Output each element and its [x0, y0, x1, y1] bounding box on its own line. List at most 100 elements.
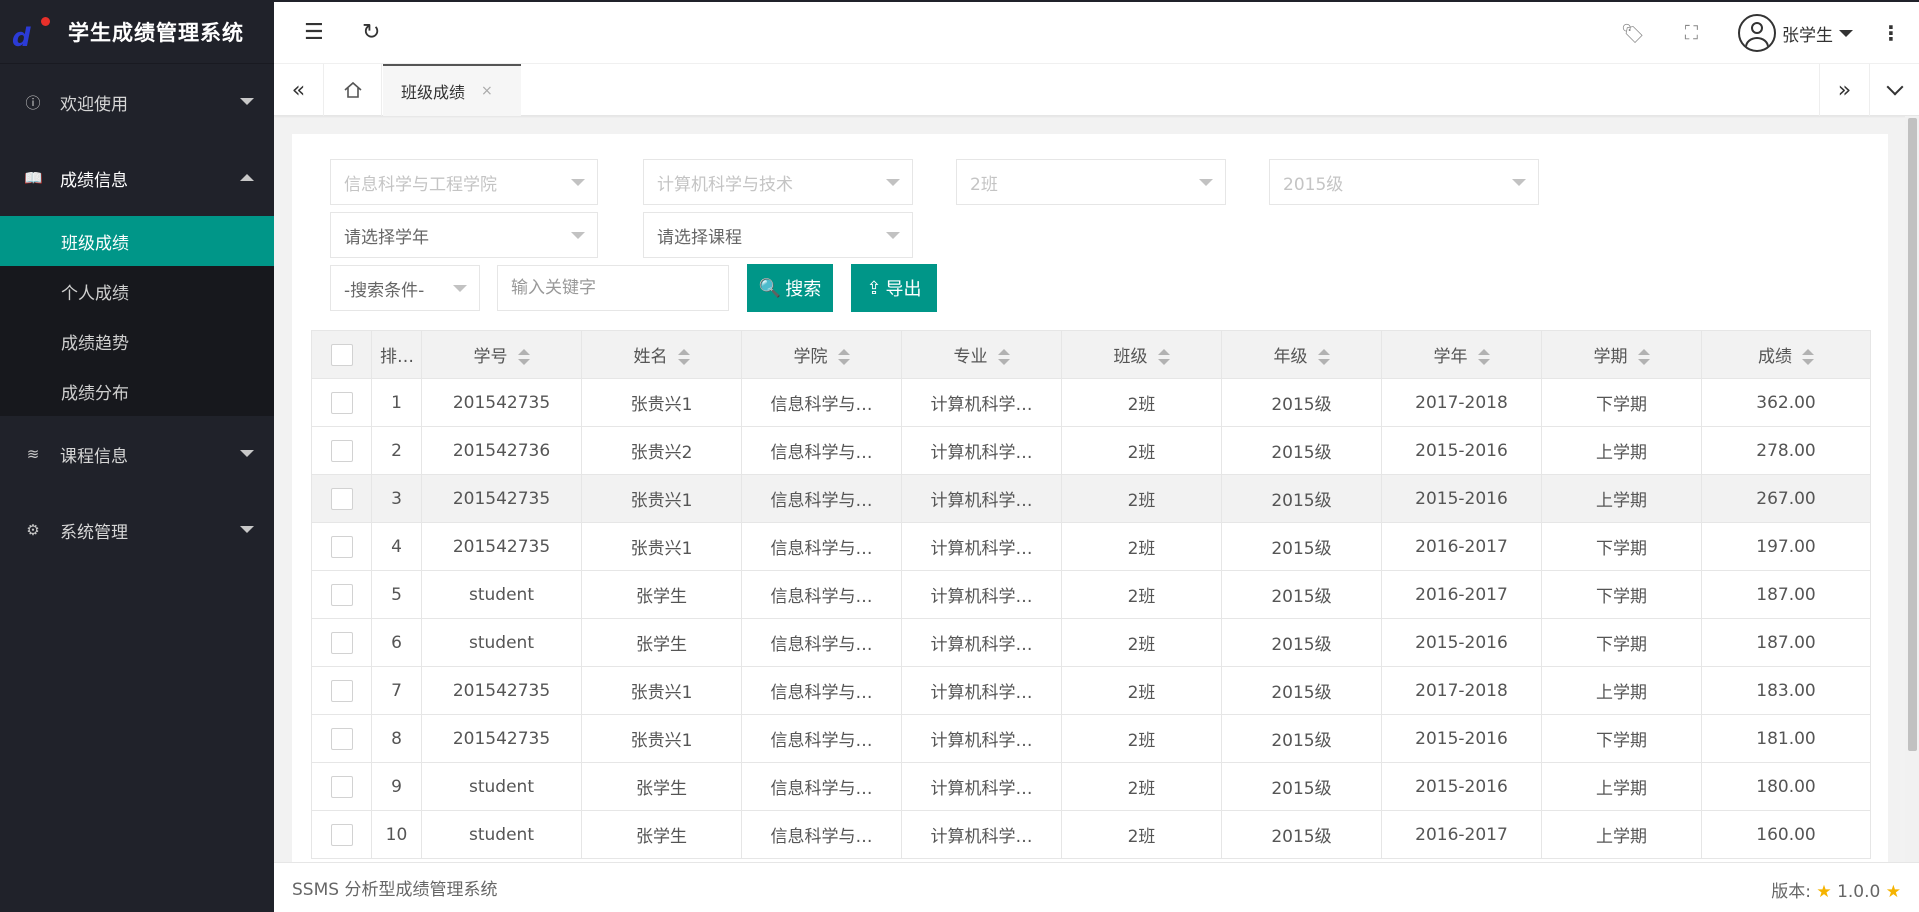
nav-group-scores[interactable]: 📖 成绩信息: [0, 140, 274, 216]
tabs-scroll-left-icon[interactable]: «: [274, 64, 324, 116]
tab-class-scores[interactable]: 班级成绩 ×: [383, 64, 521, 116]
sidebar-item-score-distribution[interactable]: 成绩分布: [0, 366, 274, 416]
row-checkbox[interactable]: [330, 679, 353, 702]
row-checkbox[interactable]: [330, 823, 353, 846]
table-cell: 267.00: [1701, 474, 1871, 523]
close-icon[interactable]: ×: [481, 83, 493, 99]
row-select-cell: [311, 714, 372, 763]
select-all-checkbox[interactable]: [330, 343, 353, 366]
college-select[interactable]: 信息科学与工程学院: [330, 159, 598, 205]
column-header[interactable]: 学院: [741, 330, 902, 379]
sort-icon[interactable]: [1477, 349, 1490, 365]
table-cell: 2班: [1061, 426, 1222, 475]
sort-icon[interactable]: [1637, 349, 1650, 365]
header-right: 🏷 ⛶ 张学生 ⋮: [1621, 2, 1919, 64]
column-header[interactable]: 学年: [1381, 330, 1542, 379]
table-row[interactable]: 8 201542735 张贵兴1 信息科学与… 计算机科学… 2班 2015级 2015-20…: [311, 714, 1871, 763]
select-placeholder: 请选择课程: [657, 227, 742, 248]
sort-icon[interactable]: [1317, 349, 1330, 365]
column-header-label: 成绩: [1758, 347, 1792, 367]
grade-select[interactable]: 2015级: [1269, 159, 1539, 205]
sidebar-item-class-scores[interactable]: 班级成绩: [0, 216, 274, 266]
sort-icon[interactable]: [997, 349, 1010, 365]
sort-icon[interactable]: [1157, 349, 1170, 365]
row-select-cell: [311, 378, 372, 427]
row-checkbox[interactable]: [330, 391, 353, 414]
gear-icon: ⚙: [26, 521, 40, 539]
table-cell: 1: [371, 378, 422, 427]
table-cell: 信息科学与…: [741, 666, 902, 715]
export-button[interactable]: ⇪ 导出: [851, 264, 937, 312]
table-cell: 201542736: [421, 426, 582, 475]
caret-down-icon: [240, 526, 254, 533]
row-checkbox[interactable]: [330, 775, 353, 798]
column-header[interactable]: 年级: [1221, 330, 1382, 379]
table-cell: 2015-2016: [1381, 762, 1542, 811]
table-row[interactable]: 10 student 张学生 信息科学与… 计算机科学… 2班 2015级 2016-2017…: [311, 810, 1871, 859]
nav-group-system[interactable]: ⚙ 系统管理: [0, 492, 274, 568]
table-cell: 7: [371, 666, 422, 715]
table-row[interactable]: 9 student 张学生 信息科学与… 计算机科学… 2班 2015级 2015-2016 上…: [311, 762, 1871, 811]
menu-toggle-icon[interactable]: ☰: [304, 20, 324, 45]
academic-year-select[interactable]: 请选择学年: [330, 212, 598, 258]
table-cell: 181.00: [1701, 714, 1871, 763]
sort-icon[interactable]: [1802, 349, 1814, 365]
table-cell: 计算机科学…: [901, 474, 1062, 523]
logo: d 学生成绩管理系统: [0, 0, 274, 64]
course-select[interactable]: 请选择课程: [643, 212, 913, 258]
row-checkbox[interactable]: [330, 535, 353, 558]
nav-group-welcome[interactable]: ⓘ 欢迎使用: [0, 64, 274, 140]
major-select[interactable]: 计算机科学与技术: [643, 159, 913, 205]
row-checkbox[interactable]: [330, 583, 353, 606]
row-checkbox[interactable]: [330, 487, 353, 510]
table-row[interactable]: 2 201542736 张贵兴2 信息科学与… 计算机科学… 2班 2015级 2015-20…: [311, 426, 1871, 475]
sort-icon[interactable]: [837, 349, 850, 365]
table-row[interactable]: 3 201542735 张贵兴1 信息科学与… 计算机科学… 2班 2015级 2015-20…: [311, 474, 1871, 523]
table-row[interactable]: 1 201542735 张贵兴1 信息科学与… 计算机科学… 2班 2015级 2017-20…: [311, 378, 1871, 427]
table-row[interactable]: 6 student 张学生 信息科学与… 计算机科学… 2班 2015级 2015-2016 下…: [311, 618, 1871, 667]
tabs-dropdown[interactable]: [1869, 64, 1919, 116]
nav-group-courses[interactable]: ≋ 课程信息: [0, 416, 274, 492]
column-header[interactable]: 专业: [901, 330, 1062, 379]
table-row[interactable]: 4 201542735 张贵兴1 信息科学与… 计算机科学… 2班 2015级 2016-20…: [311, 522, 1871, 571]
column-header[interactable]: 学号: [421, 330, 582, 379]
nav-group-label: 成绩信息: [60, 170, 128, 191]
sort-icon[interactable]: [517, 349, 530, 365]
version-info: 版本: ★ 1.0.0 ★: [1771, 877, 1901, 902]
column-header[interactable]: 班级: [1061, 330, 1222, 379]
fullscreen-icon[interactable]: ⛶: [1685, 22, 1698, 44]
home-tab[interactable]: [324, 64, 382, 116]
table-row[interactable]: 7 201542735 张贵兴1 信息科学与… 计算机科学… 2班 2015级 2017-20…: [311, 666, 1871, 715]
sort-icon[interactable]: [677, 349, 690, 365]
row-checkbox[interactable]: [330, 631, 353, 654]
search-button[interactable]: 🔍 搜索: [747, 264, 833, 312]
sidebar-item-score-trend[interactable]: 成绩趋势: [0, 316, 274, 366]
table-cell: 2: [371, 426, 422, 475]
table-row[interactable]: 5 student 张学生 信息科学与… 计算机科学… 2班 2015级 2016-2017 下…: [311, 570, 1871, 619]
table-cell: 2015级: [1221, 522, 1382, 571]
tag-icon[interactable]: 🏷: [1621, 22, 1645, 45]
user-menu[interactable]: 张学生: [1738, 14, 1853, 52]
table-cell: 计算机科学…: [901, 810, 1062, 859]
page-scrollbar[interactable]: [1905, 116, 1919, 862]
column-header-label: 排名: [380, 347, 414, 367]
sidebar-item-personal-scores[interactable]: 个人成绩: [0, 266, 274, 316]
row-checkbox[interactable]: [330, 727, 353, 750]
export-icon: ⇪: [866, 277, 882, 299]
column-header[interactable]: 姓名: [581, 330, 742, 379]
column-header[interactable]: 学期: [1541, 330, 1702, 379]
tabs-scroll-right-icon[interactable]: »: [1819, 64, 1869, 116]
keyword-input[interactable]: [497, 265, 729, 311]
logo-icon: d: [12, 16, 50, 53]
scrollbar-thumb[interactable]: [1908, 118, 1917, 751]
select-placeholder: 请选择学年: [344, 227, 429, 248]
table-cell: 2班: [1061, 522, 1222, 571]
column-header[interactable]: 成绩: [1701, 330, 1871, 379]
nav-submenu: 班级成绩 个人成绩 成绩趋势 成绩分布: [0, 216, 274, 416]
table-cell: 计算机科学…: [901, 570, 1062, 619]
search-condition-select[interactable]: -搜索条件-: [330, 265, 480, 311]
more-vertical-icon[interactable]: ⋮: [1881, 21, 1901, 45]
class-select[interactable]: 2班: [956, 159, 1226, 205]
refresh-icon[interactable]: ↻: [362, 20, 380, 45]
row-checkbox[interactable]: [330, 439, 353, 462]
